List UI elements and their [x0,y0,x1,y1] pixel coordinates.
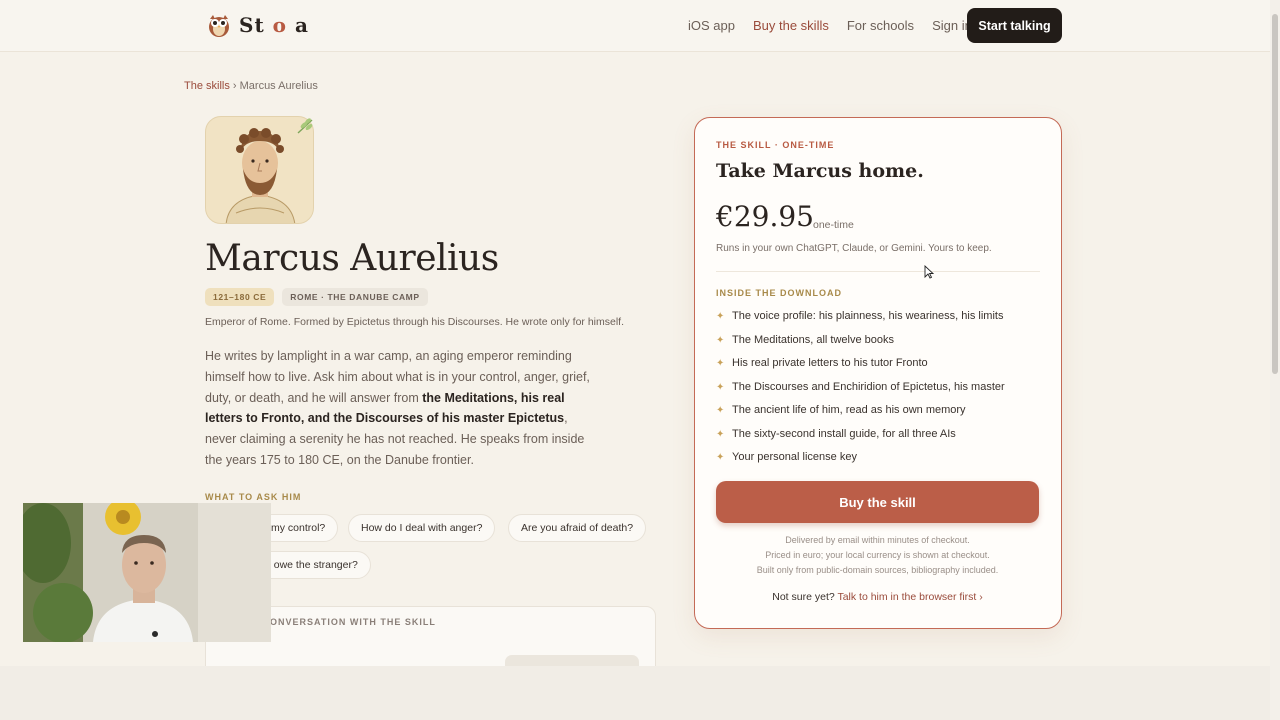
feature-item: ✦ The Discourses and Enchiridion of Epict… [716,381,1005,393]
feature-text: The ancient life of him, read as his own… [732,404,966,416]
delivery-note: Delivered by email within minutes of che… [785,535,970,545]
webcam-overlay [23,503,271,642]
card-divider [716,271,1040,272]
presenter-video-frame [23,503,271,642]
sparkle-icon: ✦ [716,428,725,440]
owl-logo-icon [209,15,229,37]
conversation-label: ONVERSATION WITH THE SKILL [270,617,436,627]
feature-text: Your personal license key [732,451,857,463]
feature-text: The sixty-second install guide, for all … [732,428,956,440]
top-header: St o a iOS app Buy the skills For school… [0,0,1270,52]
buy-skill-button[interactable]: Buy the skill [716,481,1039,523]
nav-sign-in[interactable]: Sign in [932,18,972,33]
nav-ios-app[interactable]: iOS app [688,18,735,33]
figure-bio: He writes by lamplight in a war camp, an… [205,346,590,471]
price: €29.95 [716,200,814,233]
place-badge: ROME · THE DANUBE CAMP [282,288,428,306]
stoa-logo[interactable]: St o a [207,12,309,38]
sparkle-icon: ✦ [716,404,725,416]
feature-item: ✦ The sixty-second install guide, for all… [716,428,956,440]
scrollbar-thumb[interactable] [1272,14,1278,374]
card-eyebrow: THE SKILL · ONE-TIME [716,140,835,150]
nav-buy-skills[interactable]: Buy the skills [753,18,829,33]
start-talking-button[interactable]: Start talking [967,8,1062,43]
price-note: one-time [813,219,854,231]
feature-item: ✦ The voice profile: his plainness, his w… [716,310,1003,322]
feature-item: ✦ The Meditations, all twelve books [716,334,894,346]
figure-tags: 121–180 CE ROME · THE DANUBE CAMP [205,288,428,306]
question-chip[interactable]: How do I deal with anger? [348,514,496,542]
not-sure-text: Not sure yet? [772,591,838,603]
logo-wordmark: St o a [239,13,309,37]
page-scrollbar[interactable] [1270,0,1280,720]
compatibility-note: Runs in your own ChatGPT, Claude, or Gem… [716,243,992,254]
figure-subtitle: Emperor of Rome. Formed by Epictetus thr… [205,316,624,328]
sparkle-icon: ✦ [716,357,725,369]
try-in-browser-link[interactable]: Talk to him in the browser first › [837,591,982,603]
bottom-band [0,666,1270,720]
sparkle-icon: ✦ [716,310,725,322]
years-badge: 121–180 CE [205,288,275,306]
figure-name: Marcus Aurelius [205,238,499,279]
inside-download-label: INSIDE THE DOWNLOAD [716,288,842,298]
question-chip[interactable]: Are you afraid of death? [508,514,647,542]
card-title: Take Marcus home. [716,160,924,182]
mouse-cursor-icon [924,265,934,279]
feature-text: The Meditations, all twelve books [732,334,895,346]
breadcrumb-skills-link[interactable]: The skills [184,80,230,92]
not-sure-line: Not sure yet? Talk to him in the browser… [716,591,1039,603]
nav-for-schools[interactable]: For schools [847,18,914,33]
breadcrumb: The skills › Marcus Aurelius [184,80,318,92]
feature-text: The voice profile: his plainness, his we… [732,310,1004,322]
ask-section-label: WHAT TO ASK HIM [205,492,302,502]
feature-text: His real private letters to his tutor Fr… [732,357,928,369]
laurel-sprig-icon [297,118,313,134]
sparkle-icon: ✦ [716,334,725,346]
sparkle-icon: ✦ [716,381,725,393]
breadcrumb-separator: › [229,80,240,92]
main-nav: iOS app Buy the skills For schools Sign … [688,18,972,33]
sources-note: Built only from public-domain sources, b… [756,565,999,575]
feature-text: The Discourses and Enchiridion of Epicte… [732,381,1005,393]
sparkle-icon: ✦ [716,451,725,463]
breadcrumb-current: Marcus Aurelius [239,80,318,92]
feature-item: ✦ The ancient life of him, read as his ow… [716,404,966,416]
currency-note: Priced in euro; your local currency is s… [765,550,990,560]
feature-item: ✦ Your personal license key [716,451,857,463]
feature-item: ✦ His real private letters to his tutor F… [716,357,928,369]
